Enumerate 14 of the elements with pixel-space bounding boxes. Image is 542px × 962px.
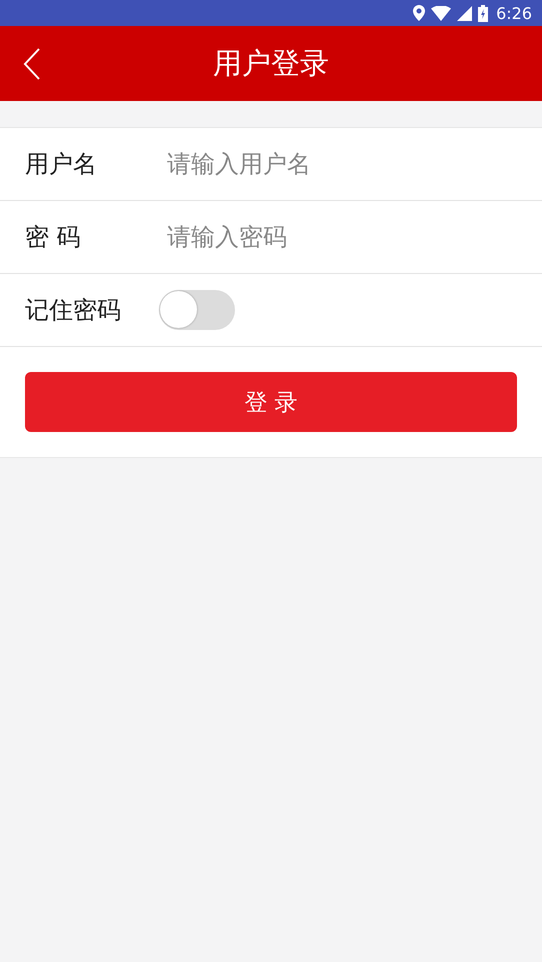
input-field[interactable]: 请输入用户名	[167, 150, 522, 178]
field-label: 用户名	[25, 149, 98, 180]
location-icon	[413, 5, 426, 21]
login-button[interactable]: 登 录	[25, 372, 517, 432]
battery-icon	[478, 4, 488, 22]
toggle-switch[interactable]	[159, 290, 235, 330]
page-title: 用户登录	[213, 44, 329, 82]
wifi-icon	[431, 6, 452, 20]
input-field[interactable]: 请输入密码	[167, 223, 522, 251]
field-label: 密 码	[25, 222, 82, 253]
field-label: 记住密码	[25, 295, 122, 326]
back-icon[interactable]	[22, 47, 42, 81]
signal-icon	[457, 6, 472, 20]
status-time: 6:26	[496, 4, 532, 22]
